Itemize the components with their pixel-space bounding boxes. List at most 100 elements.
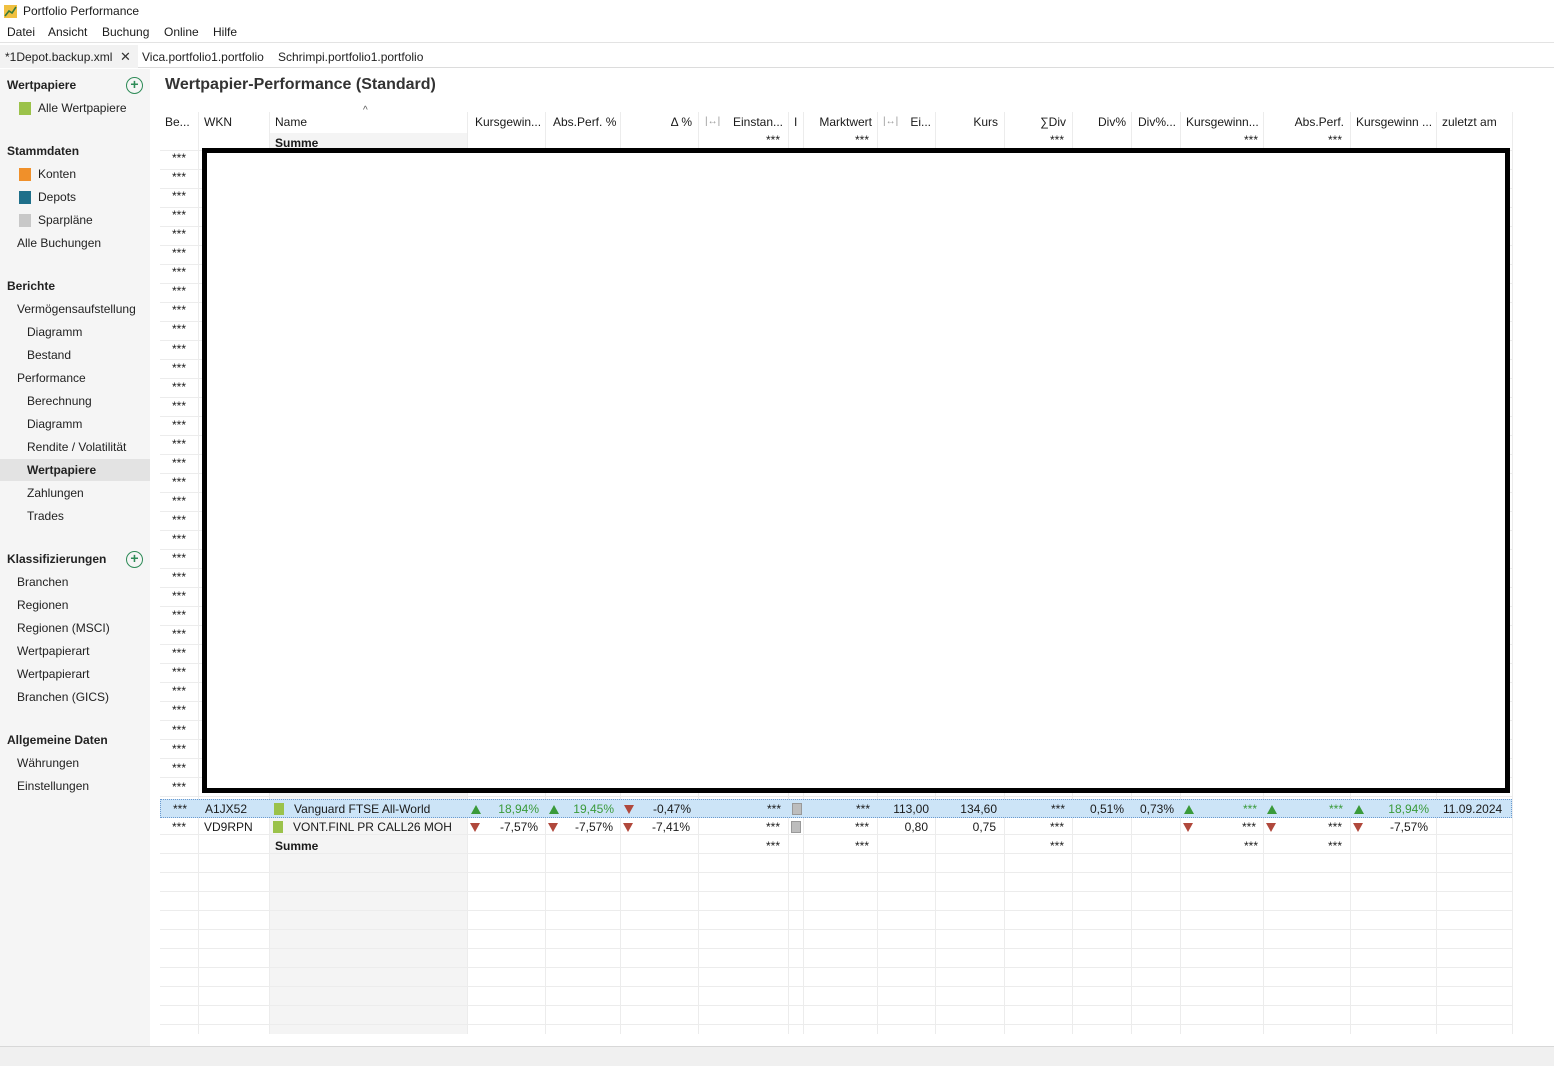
sidebar-item-regionen-msci[interactable]: Regionen (MSCI) [0, 617, 150, 639]
sidebar-item-rendite-volatilitaet[interactable]: Rendite / Volatilität [0, 436, 150, 458]
menu-buchung[interactable]: Buchung [102, 25, 149, 39]
masked-cell: *** [172, 646, 187, 661]
arrow-up-icon [1184, 805, 1194, 814]
column-header-wkn[interactable]: WKN [204, 112, 264, 133]
column-header-delta[interactable]: Δ % [626, 112, 692, 133]
sidebar-item-label: Regionen [17, 598, 69, 612]
sidebar-item-alle-wertpapiere[interactable]: Alle Wertpapiere [0, 97, 150, 119]
sidebar-item-depots[interactable]: Depots [0, 186, 150, 208]
add-security-icon[interactable]: + [126, 77, 143, 94]
table-row-selected[interactable]: *** A1JX52 Vanguard FTSE All-World 18,94… [160, 799, 1512, 818]
note-icon[interactable] [791, 821, 801, 833]
sidebar-item-waehrungen[interactable]: Währungen [0, 752, 150, 774]
sidebar-item-zahlungen[interactable]: Zahlungen [0, 482, 150, 504]
masked-cell: *** [172, 398, 187, 413]
column-header-div-pct[interactable]: Div% [1076, 112, 1126, 133]
note-icon[interactable] [792, 803, 802, 815]
summary-abs-perf: *** [1327, 839, 1342, 853]
masked-cell: *** [172, 608, 187, 623]
sidebar-item-label: Alle Wertpapiere [38, 101, 127, 115]
page-title: Wertpapier-Performance (Standard) [165, 76, 436, 93]
file-tab-bar: *1Depot.backup.xml ✕ Vica.portfolio1.por… [0, 45, 1554, 68]
summary-row[interactable]: Summe *** *** *** *** *** [160, 837, 1512, 856]
cell-einstand: *** [765, 820, 780, 834]
status-bar [0, 1046, 1554, 1066]
sidebar-item-einstellungen[interactable]: Einstellungen [0, 775, 150, 797]
column-header-div-pct-2[interactable]: Div%... [1138, 112, 1178, 133]
column-header-be[interactable]: Be... [165, 112, 197, 133]
menu-ansicht[interactable]: Ansicht [48, 25, 87, 39]
column-header-abs-perf[interactable]: Abs.Perf. % [553, 112, 619, 133]
masked-cell: *** [172, 417, 187, 432]
cell-be: *** [173, 802, 188, 816]
column-header-abs-perf-2[interactable]: Abs.Perf. [1270, 112, 1344, 133]
grid-line [160, 1005, 1512, 1006]
column-header-kurs[interactable]: Kurs [942, 112, 998, 133]
sidebar-item-label: Trades [27, 509, 64, 523]
tab-vica-portfolio[interactable]: Vica.portfolio1.portfolio [142, 45, 264, 68]
arrow-up-icon [1354, 805, 1364, 814]
masked-cell: *** [172, 532, 187, 546]
column-header-einstandskurs[interactable]: Ei... [905, 112, 931, 133]
sidebar-item-label: Regionen (MSCI) [17, 621, 110, 635]
cell-marktwert: *** [854, 820, 869, 834]
menu-online[interactable]: Online [164, 25, 199, 39]
column-header-note[interactable]: I [794, 112, 800, 133]
sidebar-item-branchen-gics[interactable]: Branchen (GICS) [0, 686, 150, 708]
summary-sum-div: *** [1049, 839, 1064, 853]
sidebar-item-performance[interactable]: Performance [0, 367, 150, 389]
expand-columns-icon[interactable]: |↔| [883, 116, 898, 127]
tab-depot-backup[interactable]: *1Depot.backup.xml ✕ [0, 45, 138, 68]
sidebar-item-diagramm-performance[interactable]: Diagramm [0, 413, 150, 435]
security-icon [19, 102, 31, 115]
sidebar-item-wertpapierart[interactable]: Wertpapierart [0, 640, 150, 662]
sidebar-item-trades[interactable]: Trades [0, 505, 150, 527]
masked-cell: *** [172, 303, 187, 318]
sidebar-item-alle-buchungen[interactable]: Alle Buchungen [0, 232, 150, 254]
sidebar-item-wertpapiere[interactable]: Wertpapiere [0, 459, 150, 481]
sidebar-item-wertpapierart-2[interactable]: Wertpapierart [0, 663, 150, 685]
column-header-einstand[interactable]: Einstan... [728, 112, 783, 133]
column-header-summe-dividenden[interactable]: ∑Div [1010, 112, 1066, 133]
add-classification-icon[interactable]: + [126, 551, 143, 568]
column-header-zuletzt-am[interactable]: zuletzt am [1442, 112, 1510, 133]
menu-datei[interactable]: Datei [7, 25, 35, 39]
cell-sum-div: *** [1049, 820, 1064, 834]
grid-line [160, 872, 1512, 873]
masked-cell: *** [172, 665, 187, 680]
sidebar-item-diagramm[interactable]: Diagramm [0, 321, 150, 343]
close-icon[interactable]: ✕ [120, 49, 131, 65]
column-header-marktwert[interactable]: Marktwert [808, 112, 872, 133]
column-header-kursgewinn-3[interactable]: Kursgewinn ... [1356, 112, 1434, 133]
cell-wkn: A1JX52 [205, 802, 248, 816]
sidebar-item-label: Branchen (GICS) [17, 690, 110, 704]
sidebar-item-label: Depots [38, 190, 77, 204]
sidebar-item-sparplaene[interactable]: Sparpläne [0, 209, 150, 231]
sidebar-item-bestand[interactable]: Bestand [0, 344, 150, 366]
expand-columns-icon[interactable]: |↔| [705, 116, 720, 127]
sidebar-item-berechnung[interactable]: Berechnung [0, 390, 150, 412]
masked-cell: *** [172, 227, 187, 242]
menu-hilfe[interactable]: Hilfe [213, 25, 237, 39]
sidebar-item-konten[interactable]: Konten [0, 163, 150, 185]
cell-div-pct [1076, 818, 1123, 837]
tab-schrimpi-portfolio[interactable]: Schrimpi.portfolio1.portfolio [278, 45, 423, 68]
sidebar-heading-label: Stammdaten [7, 144, 80, 158]
column-header-kursgewinn[interactable]: Kursgewin... [475, 112, 543, 133]
table-row[interactable]: *** VD9RPN VONT.FINL PR CALL26 MOH -7,57… [160, 818, 1512, 837]
sidebar-item-vermoegensaufstellung[interactable]: Vermögensaufstellung [0, 298, 150, 320]
sort-ascending-icon: ^ [363, 105, 368, 116]
grid-line [160, 967, 1512, 968]
masked-cell: *** [172, 265, 187, 280]
cell-delta: -0,47% [652, 802, 691, 816]
sidebar-heading-label: Allgemeine Daten [7, 733, 108, 747]
column-header-name[interactable]: Name [275, 112, 355, 133]
arrow-down-icon [1266, 823, 1276, 832]
arrow-down-icon [624, 805, 634, 814]
security-icon [273, 821, 283, 833]
masked-cell: *** [172, 589, 187, 604]
sidebar-item-label: Sparpläne [38, 213, 93, 227]
sidebar-item-regionen[interactable]: Regionen [0, 594, 150, 616]
sidebar-item-branchen[interactable]: Branchen [0, 571, 150, 593]
column-header-kursgewinn-2[interactable]: Kursgewinn... [1186, 112, 1262, 133]
